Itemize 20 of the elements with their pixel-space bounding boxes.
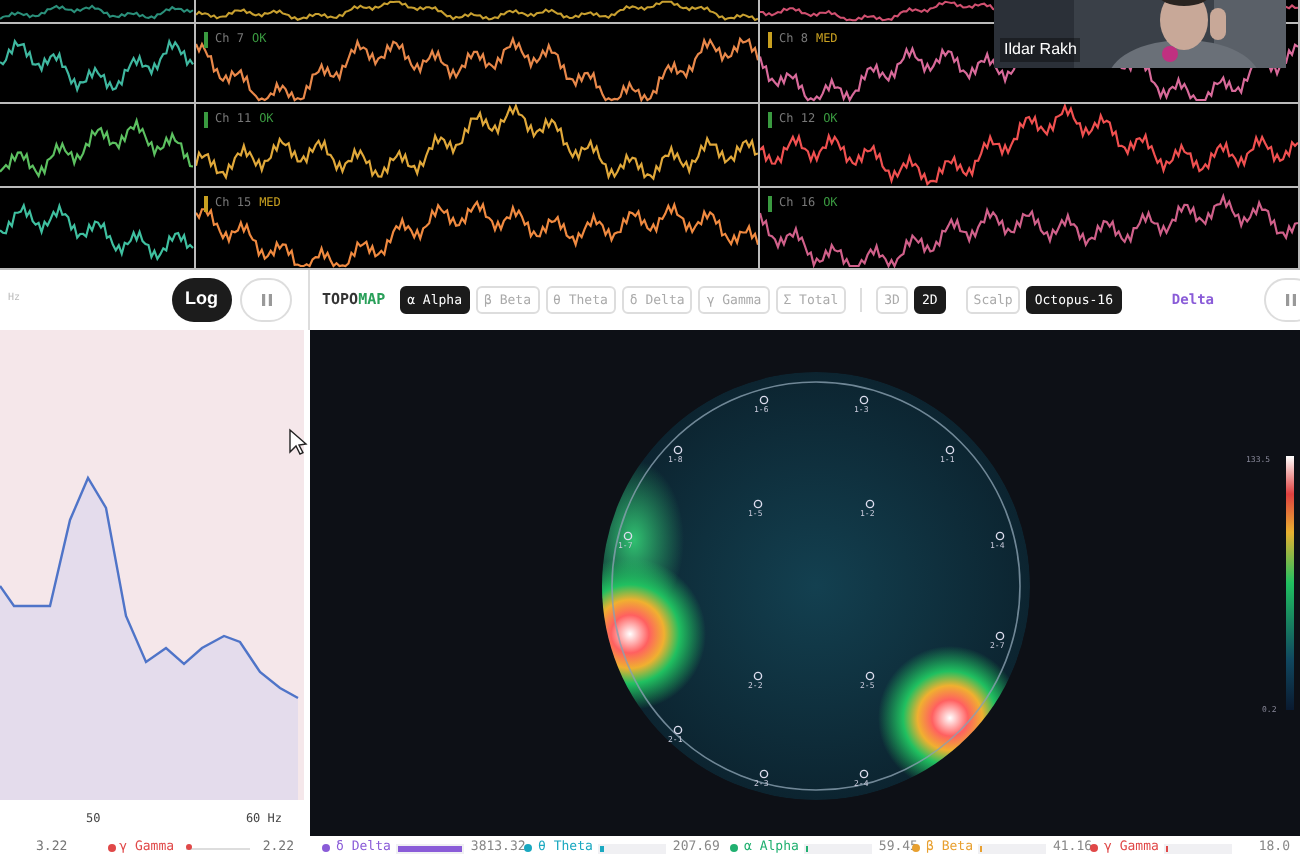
log-scale-button[interactable]: Log [171, 278, 232, 322]
electrode-marker [995, 531, 1005, 541]
pause-icon [261, 294, 271, 306]
electrode-marker [995, 631, 1005, 641]
electrode-marker [753, 671, 763, 681]
electrode-marker [759, 395, 769, 405]
participant-name: Ildar Rakh [1000, 38, 1081, 62]
electrode-marker [859, 395, 869, 405]
electrode-marker [865, 499, 875, 509]
pause-button[interactable] [240, 278, 292, 322]
electrode-marker [673, 725, 683, 735]
electrode-marker [673, 445, 683, 455]
pause-icon [1285, 294, 1295, 306]
electrode-marker [859, 769, 869, 779]
electrode-marker [945, 445, 955, 455]
electrode-marker [865, 671, 875, 681]
electrode-marker [753, 499, 763, 509]
electrode-marker [759, 769, 769, 779]
slider-thumb[interactable] [186, 844, 193, 850]
electrode-marker [623, 531, 633, 541]
